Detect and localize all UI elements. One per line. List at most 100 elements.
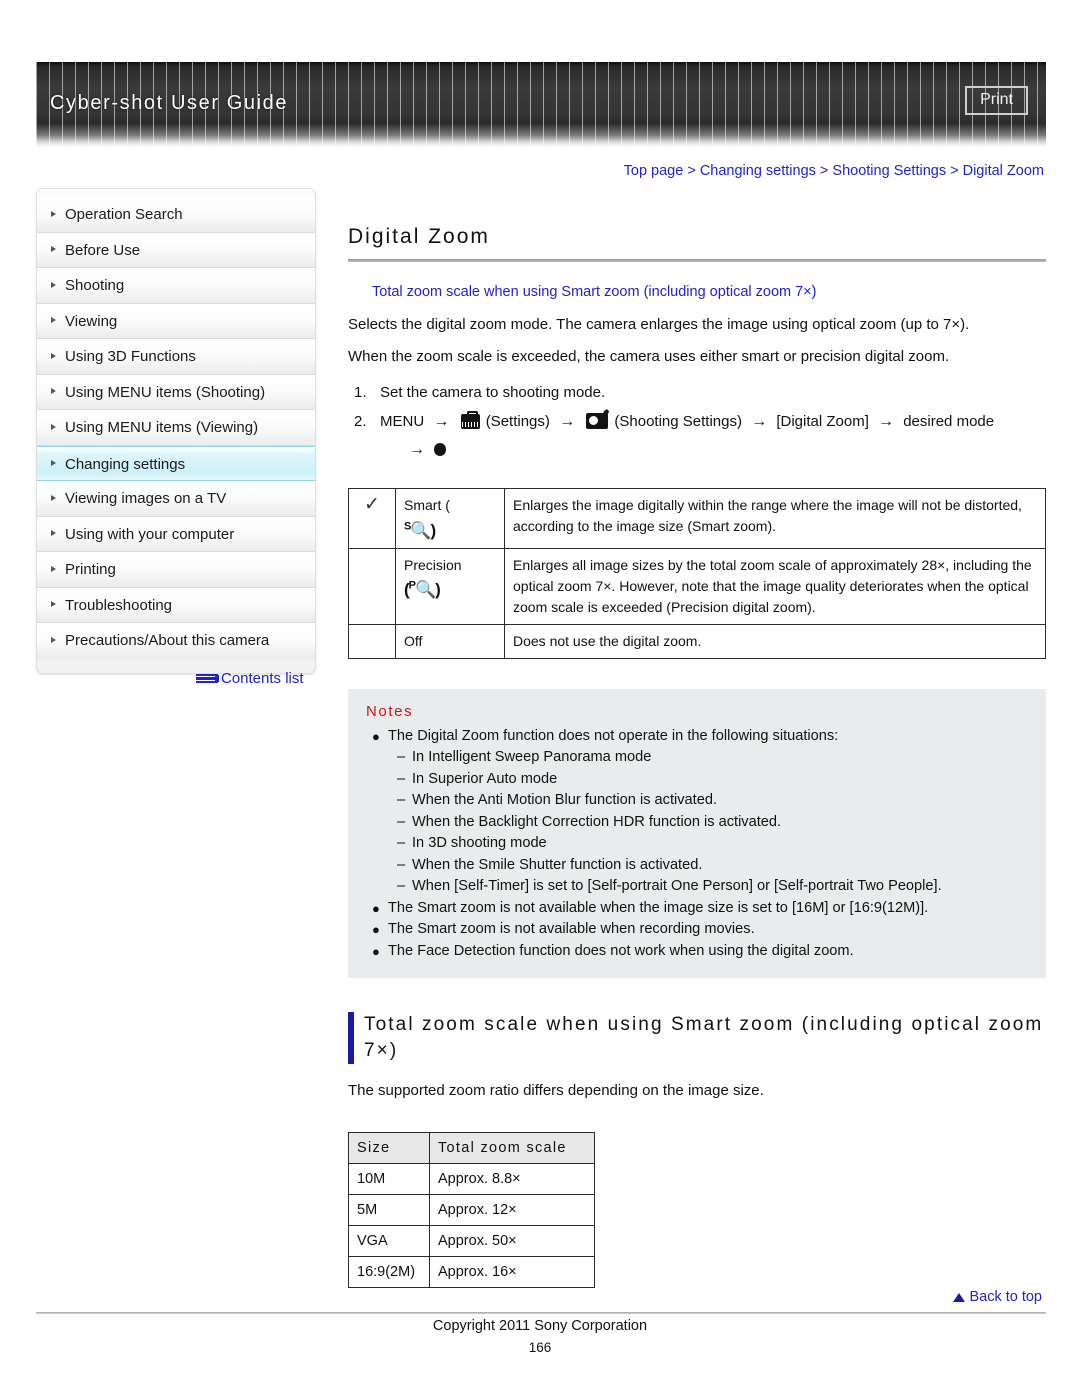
dash-icon: – <box>397 749 406 766</box>
step-2: 2. MENU → (Settings) → (Shooting Setting… <box>348 408 1046 464</box>
arrow-icon-3: → <box>751 413 768 430</box>
mode-description-cell: Does not use the digital zoom. <box>504 623 1046 659</box>
sidebar-item-label: Before Use <box>65 241 141 259</box>
total-zoom-scale-table: Size Total zoom scale 10M Approx. 8.8× 5M A… <box>348 1132 595 1289</box>
arrow-icon-5: → <box>409 441 425 458</box>
bullet-icon: ● <box>372 943 380 959</box>
sidebar-item-troubleshooting[interactable]: Troubleshooting <box>37 587 315 623</box>
page-number: 166 <box>528 1340 552 1355</box>
note-bullet-item: ● The Smart zoom is not available when re… <box>364 919 1030 941</box>
contents-list-link[interactable]: Contents list <box>196 670 304 687</box>
shooting-settings-label: (Shooting Settings) <box>614 413 742 430</box>
sidebar-item-label: Using MENU items (Viewing) <box>65 419 259 436</box>
mode-name-label: Off <box>404 632 423 649</box>
mode-default-checkmark: ✓ <box>348 488 396 549</box>
note-dash-item: – When the Smile Shutter function is acti… <box>364 855 1030 877</box>
note-text: The Digital Zoom function does not opera… <box>388 727 839 744</box>
page-title: Digital Zoom <box>348 225 490 248</box>
step-2-number: 2. <box>354 413 367 430</box>
settings-label: (Settings) <box>485 413 550 430</box>
sidebar-item-changing-settings[interactable]: Changing settings <box>37 445 315 481</box>
anchor-link-total-zoom-scale[interactable]: Total zoom scale when using Smart zoom (… <box>372 284 1046 300</box>
note-dash-item: – When the Anti Motion Blur function is a… <box>364 790 1030 812</box>
title-divider <box>348 259 1046 262</box>
zoom-table-header-row: Size Total zoom scale <box>348 1132 595 1165</box>
chevron-right-icon <box>51 565 56 572</box>
note-text: When [Self-Timer] is set to [Self-portra… <box>412 878 942 895</box>
sidebar-item-before-use[interactable]: Before Use <box>37 232 315 268</box>
sidebar-item-label: Precautions/About this camera <box>65 632 270 649</box>
dash-icon: – <box>397 792 406 809</box>
up-triangle-icon <box>953 1293 966 1302</box>
notes-list: ● The Digital Zoom function does not oper… <box>364 726 1030 963</box>
dash-icon: – <box>397 813 406 830</box>
zoom-table-size-cell: VGA <box>348 1225 430 1258</box>
notes-title: Notes <box>366 702 414 720</box>
print-button[interactable]: Print <box>965 86 1028 115</box>
copyright-text: Copyright 2011 Sony Corporation <box>432 1318 648 1334</box>
zoom-table-header-scale: Total zoom scale <box>429 1132 595 1165</box>
dash-icon: – <box>397 835 406 852</box>
sidebar-item-precautions-about-this-camera[interactable]: Precautions/About this camera <box>37 623 315 659</box>
sidebar-item-printing[interactable]: Printing <box>37 552 315 588</box>
mode-table-row: Off Does not use the digital zoom. <box>348 623 1046 659</box>
chevron-right-icon <box>51 388 56 395</box>
zoom-table-scale-cell: Approx. 50× <box>429 1225 595 1258</box>
chevron-right-icon <box>51 281 56 288</box>
zoom-table-header-size: Size <box>348 1132 430 1165</box>
note-text: When the Anti Motion Blur function is ac… <box>412 792 718 809</box>
sidebar-item-using-3d-functions[interactable]: Using 3D Functions <box>37 339 315 375</box>
note-text: In 3D shooting mode <box>412 835 547 852</box>
sidebar-item-using-with-your-computer[interactable]: Using with your computer <box>37 516 315 552</box>
settings-toolbox-icon <box>460 411 480 429</box>
step-1: 1. Set the camera to shooting mode. <box>348 378 1046 408</box>
note-text: When the Backlight Correction HDR functi… <box>412 813 782 830</box>
step-1-text: Set the camera to shooting mode. <box>380 384 606 401</box>
sidebar-item-shooting[interactable]: Shooting <box>37 268 315 304</box>
note-text: The Face Detection function does not wor… <box>388 942 854 959</box>
sidebar-item-operation-search[interactable]: Operation Search <box>37 197 315 233</box>
sidebar-item-label: Using MENU items (Shooting) <box>65 383 266 401</box>
chevron-right-icon <box>51 459 56 466</box>
sidebar-item-viewing[interactable]: Viewing <box>37 303 315 339</box>
mode-table-body: ✓ Smart (S🔍) Enlarges the image digitally … <box>348 488 1046 659</box>
zoom-table-row: VGA Approx. 50× <box>348 1225 595 1258</box>
back-to-top-label: Back to top <box>969 1289 1042 1305</box>
breadcrumb[interactable]: Top page > Changing settings > Shooting … <box>624 163 1044 179</box>
chevron-right-icon <box>51 317 56 324</box>
sidebar-item-viewing-images-on-a-tv[interactable]: Viewing images on a TV <box>37 481 315 517</box>
chevron-right-icon <box>51 246 56 253</box>
mode-name-cell: Precision (P🔍) <box>395 547 505 625</box>
sidebar-item-using-menu-items-viewing[interactable]: Using MENU items (Viewing) <box>37 410 315 446</box>
zoom-table-scale-cell: Approx. 8.8× <box>429 1163 595 1196</box>
digital-zoom-mode-table: ✓ Smart (S🔍) Enlarges the image digitally … <box>348 488 1046 659</box>
note-text: When the Smile Shutter function is activ… <box>412 856 703 873</box>
zoom-table-size-cell: 5M <box>348 1194 430 1227</box>
arrow-icon-4: → <box>878 413 895 430</box>
step-1-number: 1. <box>354 384 367 401</box>
sidebar-item-label: Troubleshooting <box>65 596 173 614</box>
sidebar-item-label: Viewing images on a TV <box>65 490 227 507</box>
menu-label: MENU <box>380 413 425 430</box>
arrow-icon-2: → <box>559 413 576 430</box>
back-to-top-link[interactable]: Back to top <box>953 1289 1042 1305</box>
zoom-table-row: 16:9(2M) Approx. 16× <box>348 1256 595 1289</box>
sidebar-item-label: Printing <box>65 561 116 578</box>
mode-table-row: Precision (P🔍) Enlarges all image sizes by… <box>348 547 1046 625</box>
mode-name-label: Smart ( <box>404 497 450 513</box>
section-intro: The supported zoom ratio differs dependi… <box>348 1082 764 1100</box>
sidebar-item-label: Using 3D Functions <box>65 348 196 365</box>
sidebar-item-label: Using with your computer <box>65 525 235 543</box>
sidebar-item-label: Shooting <box>65 277 125 294</box>
chevron-right-icon <box>51 210 56 217</box>
contents-list-icon <box>196 673 219 683</box>
footer-divider <box>36 1312 1046 1314</box>
sidebar-item-label: Viewing <box>65 312 118 330</box>
mode-default-checkmark <box>348 547 396 625</box>
checkmark-icon: ✓ <box>364 494 380 515</box>
note-text: In Intelligent Sweep Panorama mode <box>412 749 652 766</box>
zoom-table-size-cell: 16:9(2M) <box>348 1256 430 1289</box>
zoom-table-size-cell: 10M <box>348 1163 430 1196</box>
sidebar-item-using-menu-items-shooting[interactable]: Using MENU items (Shooting) <box>37 374 315 410</box>
zoom-table-row: 5M Approx. 12× <box>348 1194 595 1227</box>
